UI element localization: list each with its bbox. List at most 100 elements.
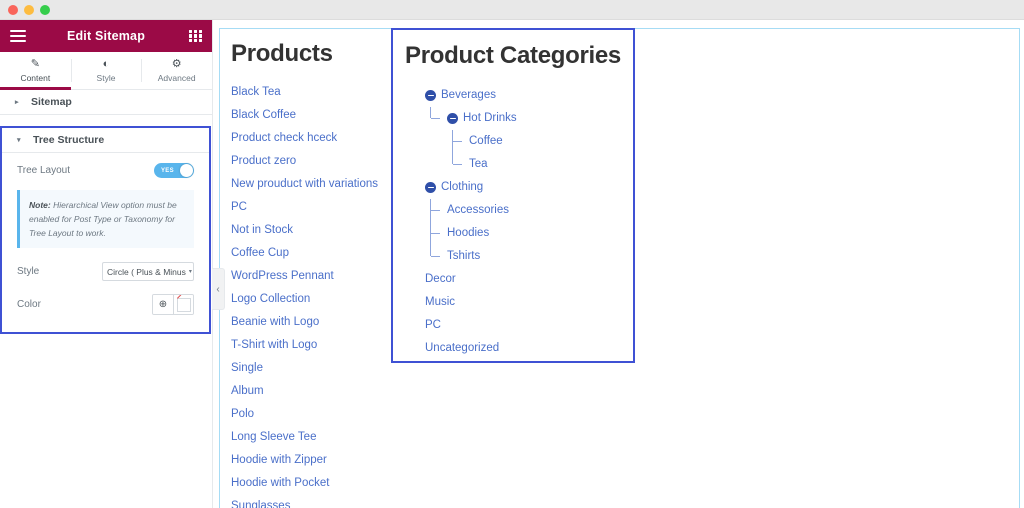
tree-node: Beverages Hot Drinks Coffee Tea [425,84,633,176]
product-list-item[interactable]: WordPress Pennant [231,265,406,288]
product-list-item[interactable]: Product check hceck [231,127,406,150]
product-list-item[interactable]: Coffee Cup [231,242,406,265]
product-list-item[interactable]: Black Tea [231,81,406,104]
tree-layout-note: Note: Hierarchical View option must be e… [17,190,194,249]
product-list-item[interactable]: Not in Stock [231,219,406,242]
product-list-item[interactable]: New prouduct with variations [231,173,406,196]
close-window-button[interactable] [8,5,18,15]
tree-node-label: Uncategorized [425,342,500,354]
section-sitemap[interactable]: ▸ Sitemap [0,90,212,115]
tree-node: Tea [447,153,633,176]
color-picker: ⊕ [152,294,194,316]
chevron-right-icon: ▸ [15,99,19,106]
product-list-item[interactable]: Logo Collection [231,288,406,311]
product-list-item[interactable]: Hoodie with Zipper [231,449,406,472]
product-list-item[interactable]: Beanie with Logo [231,311,406,334]
control-tree-layout: Tree Layout YES [2,153,209,178]
panel-title: Edit Sitemap [66,29,146,43]
elementor-panel: Edit Sitemap ✎ Content ◐ Style ⚙ Advance… [0,20,213,508]
window-titlebar [0,0,1024,20]
product-list-item[interactable]: Single [231,357,406,380]
tab-advanced[interactable]: ⚙ Advanced [141,52,212,89]
hamburger-icon[interactable] [10,30,26,42]
tree-node-row[interactable]: Clothing [425,176,633,199]
section-sitemap-label: Sitemap [31,96,72,108]
panel-header: Edit Sitemap [0,20,212,52]
tree-node-row[interactable]: Hoodies [447,222,633,245]
tree-node-row[interactable]: Music [425,291,633,314]
tree-node: Tshirts [425,245,633,268]
style-select-value: Circle ( Plus & Minus [107,266,186,277]
tree-node-label: Hoodies [447,227,490,239]
categories-tree: Beverages Hot Drinks Coffee Tea Clothing Acce… [425,84,633,360]
tree-node-row[interactable]: Beverages [425,84,633,107]
tree-node-label: Tshirts [447,250,481,262]
tree-node-row[interactable]: Hot Drinks [447,107,633,130]
note-prefix: Note: [29,200,51,210]
style-label: Style [17,266,40,278]
tree-node: Hoodies [425,222,633,245]
panel-collapse-handle[interactable]: ‹ [212,268,225,310]
circle-minus-icon[interactable] [447,113,458,124]
gear-icon: ⚙ [171,57,182,70]
tree-node: PC [425,314,633,337]
tree-layout-toggle[interactable]: YES [154,163,194,178]
tree-node-row[interactable]: Tea [469,153,633,176]
apps-grid-icon[interactable] [189,29,202,43]
tree-node-label: Hot Drinks [463,112,517,124]
control-style: Style Circle ( Plus & Minus ▾ [2,248,209,282]
tree-layout-label: Tree Layout [17,165,70,176]
tab-content[interactable]: ✎ Content [0,52,71,90]
minimize-window-button[interactable] [24,5,34,15]
products-widget: Products Black Tea Black Coffee Product ch… [231,40,406,508]
circle-minus-icon[interactable] [425,182,436,193]
pencil-icon: ✎ [30,57,40,70]
maximize-window-button[interactable] [40,5,50,15]
note-text: Hierarchical View option must be enabled… [29,200,177,239]
categories-title: Product Categories [405,42,621,69]
tree-node-row[interactable]: Decor [425,268,633,291]
tree-children: Coffee Tea [447,130,633,176]
section-tree-structure-label: Tree Structure [33,134,105,146]
tree-node-row[interactable]: Tshirts [447,245,633,268]
tree-node-row[interactable]: Accessories [447,199,633,222]
tree-node-label: Decor [425,273,456,285]
tree-node-label: Coffee [469,135,503,147]
tree-node: Clothing Accessories Hoodies Tshirts [425,176,633,268]
tree-node: Accessories [425,199,633,222]
tree-layout-toggle-value: YES [161,167,174,174]
color-swatch-empty [176,297,191,312]
globe-icon[interactable]: ⊕ [153,295,173,315]
product-list-item[interactable]: Sunglasses [231,495,406,508]
product-list-item[interactable]: Hoodie with Pocket [231,472,406,495]
circle-minus-icon[interactable] [425,90,436,101]
product-list-item[interactable]: Polo [231,403,406,426]
tab-advanced-label: Advanced [157,72,196,83]
product-categories-widget: Product Categories Beverages Hot Drinks Co… [391,28,635,363]
products-list: Black Tea Black Coffee Product check hceck… [231,81,406,508]
chevron-down-icon: ▾ [17,137,21,144]
products-title: Products [231,40,333,67]
tree-node: Hot Drinks Coffee Tea [425,107,633,176]
product-list-item[interactable]: Long Sleeve Tee [231,426,406,449]
tree-node: Coffee [447,130,633,153]
section-tree-structure[interactable]: ▾ Tree Structure [2,128,209,153]
tree-node-row[interactable]: Uncategorized [425,337,633,360]
window-controls [8,5,50,15]
color-label: Color [17,299,41,311]
product-list-item[interactable]: PC [231,196,406,219]
chevron-down-icon: ▾ [188,269,192,276]
tree-node-row[interactable]: PC [425,314,633,337]
product-list-item[interactable]: Product zero [231,150,406,173]
product-list-item[interactable]: T-Shirt with Logo [231,334,406,357]
tab-style[interactable]: ◐ Style [70,52,142,89]
product-list-item[interactable]: Album [231,380,406,403]
tree-children: Accessories Hoodies Tshirts [425,199,633,268]
app-root: Edit Sitemap ✎ Content ◐ Style ⚙ Advance… [0,0,1024,508]
contrast-circle-icon: ◐ [102,57,110,70]
style-select[interactable]: Circle ( Plus & Minus ▾ [102,262,194,282]
section-tree-structure-panel: ▾ Tree Structure Tree Layout YES Note: H… [0,126,211,334]
color-swatch-button[interactable] [173,295,193,315]
product-list-item[interactable]: Black Coffee [231,104,406,127]
tree-node-row[interactable]: Coffee [469,130,633,153]
